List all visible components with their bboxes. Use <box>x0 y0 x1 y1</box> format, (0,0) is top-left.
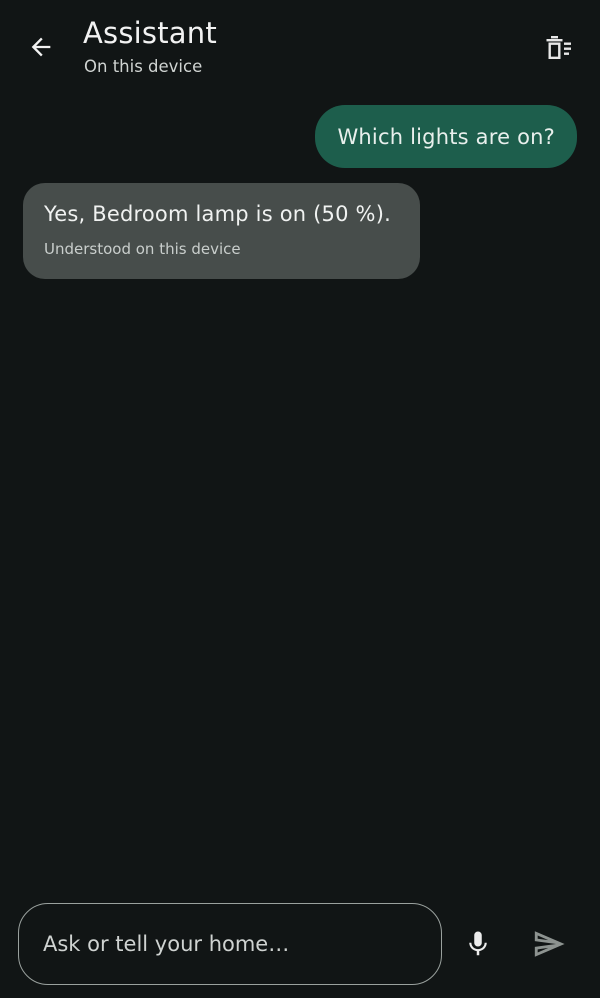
top-app-bar: Assistant On this device <box>0 0 600 92</box>
user-message-text: Which lights are on? <box>337 124 555 149</box>
page-title: Assistant <box>83 16 217 50</box>
microphone-icon <box>469 931 487 956</box>
clear-conversation-button[interactable] <box>536 26 580 70</box>
assistant-screen: Assistant On this device Which lights ar… <box>0 0 600 998</box>
assistant-message-text: Yes, Bedroom lamp is on (50 %). <box>44 202 391 226</box>
composer-field[interactable] <box>18 903 442 985</box>
assistant-message-bubble: Yes, Bedroom lamp is on (50 %). Understo… <box>23 183 420 279</box>
send-button[interactable] <box>527 920 571 968</box>
arrow-left-icon <box>31 37 51 57</box>
page-subtitle: On this device <box>84 57 203 76</box>
voice-input-button[interactable] <box>456 920 500 968</box>
message-input[interactable] <box>41 931 419 957</box>
user-message-bubble: Which lights are on? <box>315 105 577 168</box>
delete-sweep-icon <box>546 36 571 59</box>
assistant-message-meta: Understood on this device <box>44 240 241 258</box>
send-icon <box>534 931 565 957</box>
back-button[interactable] <box>20 26 62 68</box>
